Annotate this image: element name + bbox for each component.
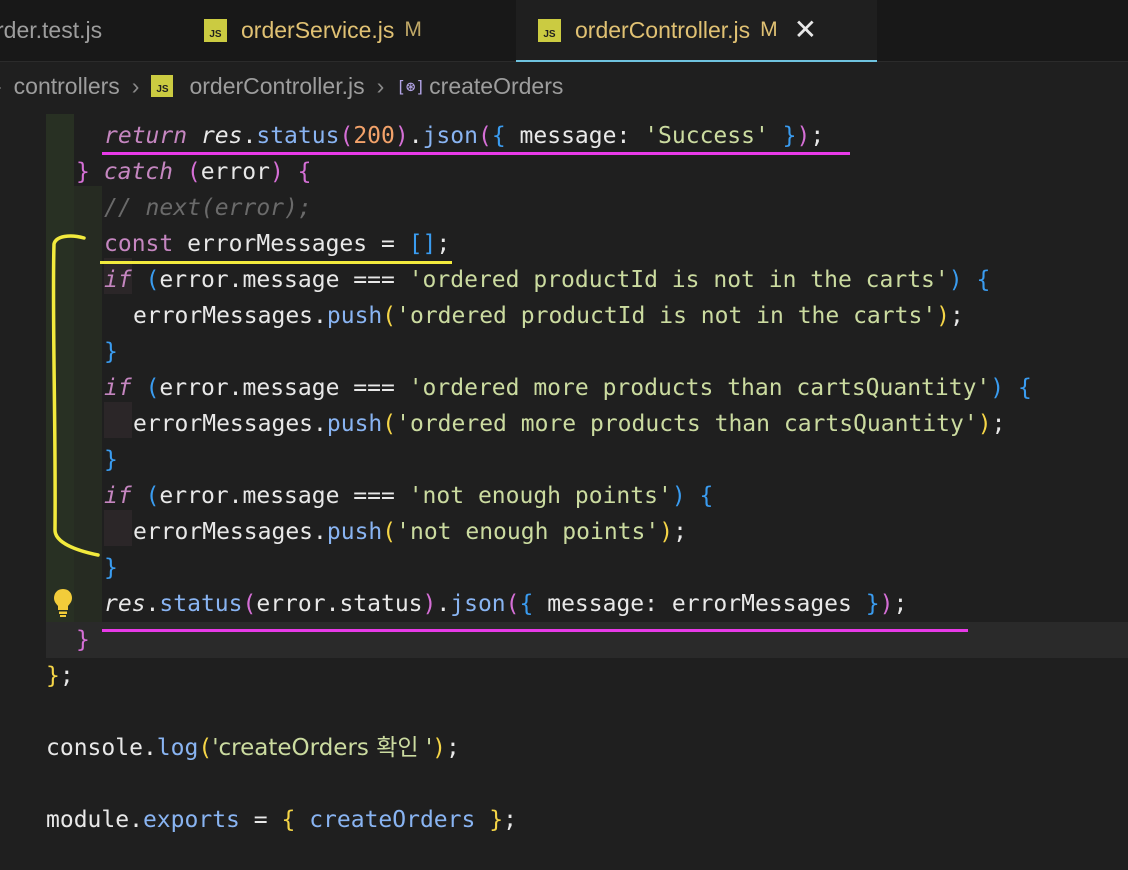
code-line: console.log('createOrders 확인 ');	[46, 735, 460, 761]
tab-label: rder.test.js	[0, 16, 103, 43]
string-literal: 'ordered productId is not in the carts'	[408, 267, 949, 293]
code-comment: // next(error);	[104, 195, 312, 221]
code-line: }	[76, 627, 90, 653]
lightbulb-icon[interactable]	[52, 588, 74, 618]
string-literal: 'createOrders 확인 '	[212, 735, 433, 761]
string-literal: 'ordered more products than cartsQuantit…	[396, 411, 978, 437]
close-icon[interactable]: ✕	[794, 16, 817, 44]
highlight-underline	[100, 261, 452, 264]
code-line: return res.status(200).json({ message: '…	[104, 123, 825, 149]
code-line: if (error.message === 'not enough points…	[104, 483, 714, 509]
js-file-icon: JS	[538, 18, 561, 42]
code-line: errorMessages.push('ordered more product…	[133, 411, 1006, 437]
chevron-right-icon: ›	[376, 72, 385, 99]
code-line: if (error.message === 'ordered productId…	[104, 267, 991, 293]
breadcrumb-file[interactable]: orderController.js	[189, 73, 364, 100]
string-literal: 'Success'	[644, 123, 769, 149]
code-line: // next(error);	[104, 190, 312, 226]
code-line: errorMessages.push('ordered productId is…	[133, 303, 964, 329]
chevron-right-icon: ›	[131, 72, 140, 99]
number-literal: 200	[353, 123, 395, 149]
code-line: const errorMessages = [];	[104, 231, 451, 257]
breadcrumb-symbol[interactable]: createOrders	[429, 73, 563, 100]
tab-order-controller[interactable]: JS orderController.js M ✕	[516, 0, 877, 62]
string-literal: 'ordered productId is not in the carts'	[396, 303, 937, 329]
code-line: } catch (error) {	[76, 159, 312, 185]
code-line: errorMessages.push('not enough points');	[133, 519, 687, 545]
method-symbol-icon: [⊛]	[396, 76, 426, 96]
code-line: module.exports = { createOrders };	[46, 807, 517, 833]
string-literal: 'not enough points'	[408, 483, 672, 509]
code-line: res.status(error.status).json({ message:…	[104, 591, 908, 617]
tab-order-test[interactable]: rder.test.js	[0, 0, 186, 60]
chevron-right-icon: ›	[0, 73, 2, 100]
string-literal: 'not enough points'	[396, 519, 660, 545]
modified-indicator: M	[404, 18, 422, 41]
highlight-underline	[102, 152, 850, 155]
breadcrumb: › controllers › JS orderController.js › …	[0, 64, 563, 108]
code-editor[interactable]: return res.status(200).json({ message: '…	[0, 114, 1128, 870]
tab-order-service[interactable]: JS orderService.js M	[204, 0, 514, 60]
tab-label: orderController.js	[575, 16, 751, 43]
highlight-underline	[102, 629, 968, 632]
js-file-icon: JS	[204, 18, 227, 42]
js-file-icon: JS	[151, 75, 174, 97]
modified-indicator: M	[760, 18, 778, 41]
tab-bar: rder.test.js JS orderService.js M JS ord…	[0, 0, 1128, 62]
tab-label: orderService.js	[241, 16, 395, 43]
code-line: };	[46, 663, 74, 689]
current-line-highlight	[46, 622, 1128, 658]
breadcrumb-folder[interactable]: controllers	[14, 73, 120, 100]
bracket-annotation	[51, 234, 100, 557]
code-line: if (error.message === 'ordered more prod…	[104, 375, 1032, 401]
string-literal: 'ordered more products than cartsQuantit…	[408, 375, 991, 401]
